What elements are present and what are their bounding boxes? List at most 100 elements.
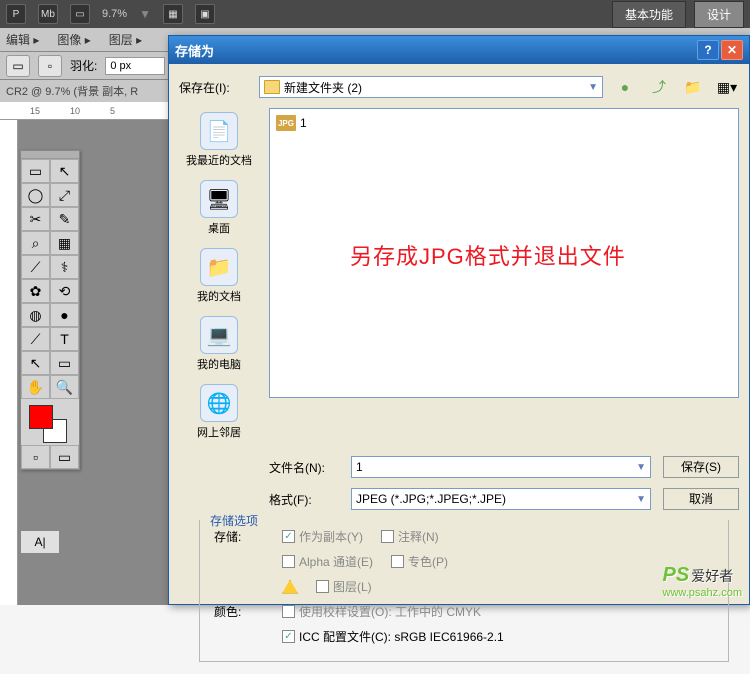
place-recent-label: 我最近的文档 — [186, 152, 252, 168]
hand-tool[interactable]: ✋ — [21, 375, 50, 399]
as-copy-checkbox[interactable]: ✓ — [282, 530, 295, 543]
place-mydocs-label: 我的文档 — [197, 288, 241, 304]
crop-tool[interactable]: ✂ — [21, 207, 50, 231]
alpha-checkbox — [282, 555, 295, 568]
spot-checkbox — [391, 555, 404, 568]
place-mydocs[interactable]: 📁 我的文档 — [197, 248, 241, 304]
desktop-icon: 🖥 — [200, 180, 238, 218]
save-in-label: 保存在(I): — [179, 79, 249, 96]
type-tool[interactable]: T — [50, 327, 79, 351]
brush-tool[interactable]: ▦ — [50, 231, 79, 255]
feather-label: 羽化: — [70, 57, 97, 74]
ruler-vertical — [0, 120, 18, 605]
place-mycomputer-label: 我的电脑 — [197, 356, 241, 372]
watermark-logo-ps: PS — [663, 564, 690, 587]
close-button[interactable]: ✕ — [721, 40, 743, 60]
save-button[interactable]: 保存(S) — [663, 456, 739, 478]
save-as-dialog: 存储为 ? ✕ 保存在(I): 新建文件夹 (2) ▼ ● ⤴ 📁 ▦▾ 📄 我… — [168, 35, 750, 605]
dodge-tool[interactable]: ● — [50, 303, 79, 327]
wand-tool[interactable]: ⤢ — [50, 183, 79, 207]
healing-tool[interactable]: ⌕ — [21, 231, 50, 255]
folder-icon — [264, 80, 280, 94]
screen-mode-icon[interactable]: ▭ — [70, 4, 90, 24]
watermark: PS 爱好者 www.psahz.com — [663, 564, 742, 599]
views-button[interactable]: ▦▾ — [715, 76, 739, 98]
app-top-bar: P Mb ▭ 9.7% ▼ ▦ ▣ 基本功能 设计 — [0, 0, 750, 28]
notes-checkbox — [381, 530, 394, 543]
arrange2-icon[interactable]: ▣ — [195, 4, 215, 24]
feather-input[interactable] — [105, 57, 165, 75]
annotation-text: 另存成JPG格式并退出文件 — [350, 239, 626, 271]
layers-checkbox — [316, 580, 329, 593]
status-floater[interactable]: A| — [20, 530, 60, 554]
gradient-tool[interactable]: ⟲ — [50, 279, 79, 303]
notes-label: 注释(N) — [398, 528, 439, 545]
save-in-combo[interactable]: 新建文件夹 (2) ▼ — [259, 76, 603, 98]
design-button[interactable]: 设计 — [694, 1, 744, 28]
dialog-titlebar[interactable]: 存储为 ? ✕ — [169, 36, 749, 64]
color-label: 颜色: — [214, 603, 264, 620]
place-network-label: 网上邻居 — [197, 424, 241, 440]
network-icon: 🌐 — [200, 384, 238, 422]
place-recent[interactable]: 📄 我最近的文档 — [186, 112, 252, 168]
selection-new-icon[interactable]: ▫ — [38, 55, 62, 77]
screenmode-tool[interactable]: ▭ — [50, 445, 79, 469]
path-tool[interactable]: ↖ — [21, 351, 50, 375]
icc-checkbox[interactable]: ✓ — [282, 630, 295, 643]
place-desktop-label: 桌面 — [200, 220, 238, 236]
place-mycomputer[interactable]: 💻 我的电脑 — [197, 316, 241, 372]
blur-tool[interactable]: ◍ — [21, 303, 50, 327]
tool-preset-icon[interactable]: ▭ — [6, 55, 30, 77]
place-desktop[interactable]: 🖥 桌面 — [200, 180, 238, 236]
filename-value: 1 — [356, 460, 363, 474]
cancel-button[interactable]: 取消 — [663, 488, 739, 510]
eraser-tool[interactable]: ✿ — [21, 279, 50, 303]
color-swatch — [21, 399, 79, 445]
jpg-icon: JPG — [276, 115, 296, 131]
foreground-color[interactable] — [29, 405, 53, 429]
lasso-tool[interactable]: ◯ — [21, 183, 50, 207]
proof-label: 使用校样设置(O): 工作中的 CMYK — [299, 603, 481, 620]
nav-up-button[interactable]: ⤴ — [647, 76, 671, 98]
format-value: JPEG (*.JPG;*.JPEG;*.JPE) — [356, 492, 506, 506]
chevron-down-icon: ▼ — [636, 494, 646, 505]
place-network[interactable]: 🌐 网上邻居 — [197, 384, 241, 440]
marquee-tool[interactable]: ▭ — [21, 159, 50, 183]
zoom-level[interactable]: 9.7% — [102, 8, 127, 20]
file-item[interactable]: JPG 1 — [276, 115, 732, 131]
save-options-group: 存储选项 存储: ✓作为副本(Y) 注释(N) Alpha 通道(E) 专色(P… — [199, 520, 729, 662]
basic-functions-button[interactable]: 基本功能 — [612, 1, 686, 28]
spot-label: 专色(P) — [408, 553, 448, 570]
file-list[interactable]: JPG 1 另存成JPG格式并退出文件 — [269, 108, 739, 398]
filename-input[interactable]: 1 ▼ — [351, 456, 651, 478]
quickmask-tool[interactable]: ▫ — [21, 445, 50, 469]
storage-label: 存储: — [214, 528, 264, 545]
layers-label: 图层(L) — [333, 578, 372, 595]
zoom-tool[interactable]: 🔍 — [50, 375, 79, 399]
watermark-url: www.psahz.com — [663, 587, 742, 599]
format-combo[interactable]: JPEG (*.JPG;*.JPEG;*.JPE) ▼ — [351, 488, 651, 510]
alpha-label: Alpha 通道(E) — [299, 553, 373, 570]
ps-app-icon[interactable]: P — [6, 4, 26, 24]
toolbox-panel: ▭ ↖ ◯ ⤢ ✂ ✎ ⌕ ▦ ⟋ ⚕ ✿ ⟲ ◍ ● ⟋ T ↖ ▭ ✋ 🔍 … — [20, 150, 80, 470]
pen-tool[interactable]: ⟋ — [21, 327, 50, 351]
bridge-icon[interactable]: Mb — [38, 4, 58, 24]
menu-layer[interactable]: 图层 ▸ — [109, 31, 142, 48]
menu-edit[interactable]: 编辑 ▸ — [6, 31, 39, 48]
filename-label: 文件名(N): — [269, 459, 339, 476]
toolbox-grip[interactable] — [21, 151, 79, 159]
eyedropper-tool[interactable]: ✎ — [50, 207, 79, 231]
mydocs-icon: 📁 — [200, 248, 238, 286]
nav-back-button[interactable]: ● — [613, 76, 637, 98]
new-folder-button[interactable]: 📁 — [681, 76, 705, 98]
arrange-icon[interactable]: ▦ — [163, 4, 183, 24]
shape-tool[interactable]: ▭ — [50, 351, 79, 375]
dialog-title: 存储为 — [175, 41, 695, 60]
menu-image[interactable]: 图像 ▸ — [57, 31, 90, 48]
file-item-name: 1 — [300, 116, 307, 130]
move-tool[interactable]: ↖ — [50, 159, 79, 183]
help-button[interactable]: ? — [697, 40, 719, 60]
history-brush-tool[interactable]: ⚕ — [50, 255, 79, 279]
places-bar: 📄 我最近的文档 🖥 桌面 📁 我的文档 💻 我的电脑 🌐 网上邻 — [179, 108, 259, 444]
stamp-tool[interactable]: ⟋ — [21, 255, 50, 279]
